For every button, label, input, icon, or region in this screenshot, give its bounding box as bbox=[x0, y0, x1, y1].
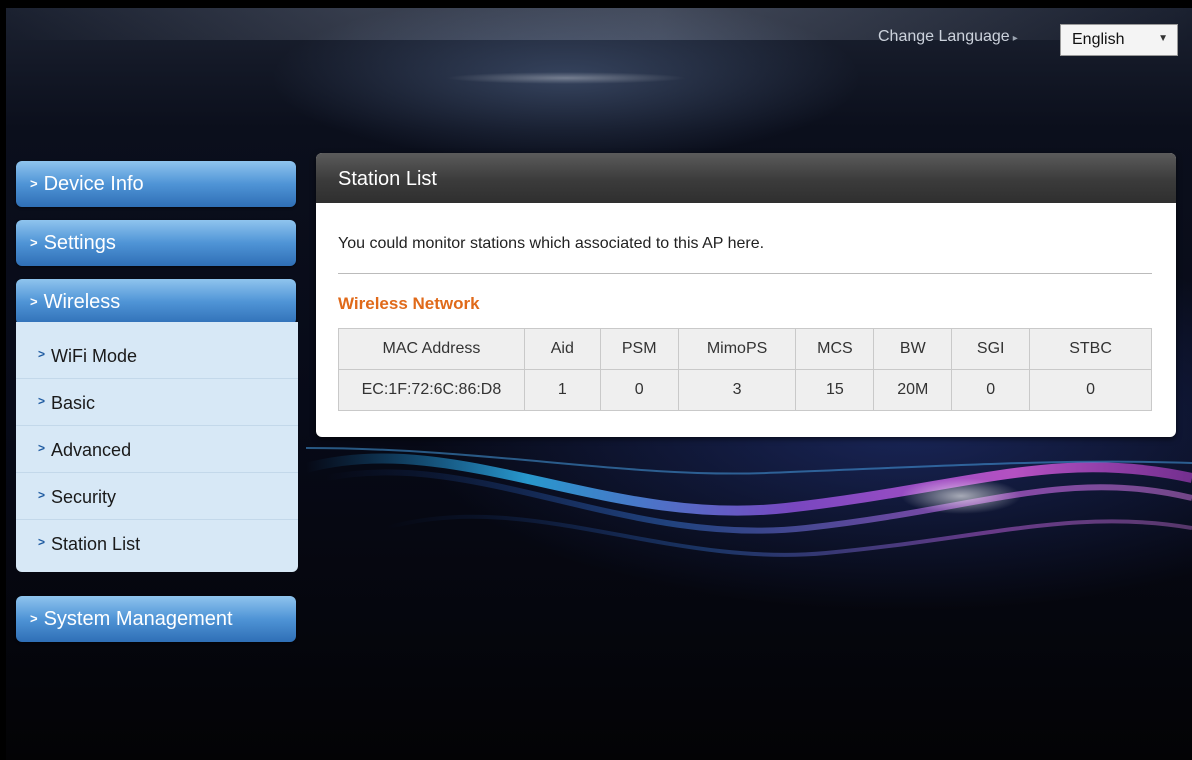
change-language-text: Change Language bbox=[878, 28, 1010, 45]
submenu-item-label: Security bbox=[51, 487, 117, 507]
table-header-row: MAC Address Aid PSM MimoPS MCS BW SGI ST… bbox=[338, 328, 1152, 370]
sidebar-item-label: Settings bbox=[43, 232, 116, 254]
column-header-mac-address: MAC Address bbox=[338, 328, 525, 370]
panel-description: You could monitor stations which associa… bbox=[338, 235, 765, 252]
divider bbox=[338, 273, 1152, 274]
cell-mac-address: EC:1F:72:6C:86:D8 bbox=[338, 369, 525, 411]
change-language-label: Change Language ▸ bbox=[878, 28, 1018, 46]
caret-down-icon: ▼ bbox=[1158, 33, 1168, 44]
chevron-right-icon: > bbox=[30, 176, 38, 191]
sidebar-item-device-info[interactable]: > Device Info bbox=[16, 161, 296, 207]
column-header-stbc: STBC bbox=[1029, 328, 1152, 370]
column-header-mcs: MCS bbox=[795, 328, 875, 370]
station-list-panel: Station List You could monitor stations … bbox=[316, 153, 1176, 437]
column-header-aid: Aid bbox=[523, 328, 601, 370]
chevron-right-icon: > bbox=[38, 535, 46, 549]
language-select-value: English bbox=[1072, 31, 1125, 48]
submenu-item-label: Basic bbox=[51, 393, 96, 413]
submenu-item-label: Advanced bbox=[51, 440, 132, 460]
chevron-right-icon: > bbox=[38, 347, 46, 361]
chevron-right-icon: > bbox=[38, 441, 46, 455]
wireless-submenu: > WiFi Mode > Basic > Advanced > Security > S… bbox=[16, 322, 298, 572]
chevron-right-icon: > bbox=[30, 294, 38, 309]
column-header-sgi: SGI bbox=[951, 328, 1031, 370]
submenu-item-basic[interactable]: > Basic bbox=[16, 379, 298, 426]
submenu-item-advanced[interactable]: > Advanced bbox=[16, 426, 298, 473]
sidebar-item-system-management[interactable]: > System Management bbox=[16, 596, 296, 642]
station-table: MAC Address Aid PSM MimoPS MCS BW SGI ST… bbox=[338, 328, 1152, 411]
cell-bw: 20M bbox=[873, 369, 953, 411]
column-header-bw: BW bbox=[873, 328, 953, 370]
sidebar-item-label: Wireless bbox=[43, 291, 121, 313]
sidebar-item-settings[interactable]: > Settings bbox=[16, 220, 296, 266]
submenu-item-wifi-mode[interactable]: > WiFi Mode bbox=[16, 332, 298, 379]
cell-sgi: 0 bbox=[951, 369, 1031, 411]
submenu-item-station-list[interactable]: > Station List bbox=[16, 520, 298, 567]
sidebar-item-wireless[interactable]: > Wireless bbox=[16, 279, 296, 325]
chevron-right-icon: > bbox=[38, 394, 46, 408]
submenu-item-security[interactable]: > Security bbox=[16, 473, 298, 520]
cell-psm: 0 bbox=[599, 369, 679, 411]
submenu-item-label: Station List bbox=[51, 534, 141, 554]
sidebar-item-label: System Management bbox=[43, 608, 233, 630]
language-select[interactable]: English ▼ bbox=[1060, 24, 1178, 56]
cell-mcs: 15 bbox=[795, 369, 875, 411]
chevron-right-icon: > bbox=[30, 611, 38, 626]
sidebar-item-label: Device Info bbox=[43, 173, 144, 195]
chevron-right-icon: > bbox=[38, 488, 46, 502]
cell-aid: 1 bbox=[523, 369, 601, 411]
arrow-right-icon: ▸ bbox=[1012, 33, 1018, 44]
submenu-item-label: WiFi Mode bbox=[51, 346, 138, 366]
column-header-psm: PSM bbox=[599, 328, 679, 370]
cell-stbc: 0 bbox=[1029, 369, 1152, 411]
table-row: EC:1F:72:6C:86:D8 1 0 3 15 20M 0 0 bbox=[338, 369, 1152, 411]
panel-title: Station List bbox=[316, 153, 1176, 203]
section-title: Wireless Network bbox=[338, 294, 480, 313]
cell-mimops: 3 bbox=[677, 369, 797, 411]
chevron-right-icon: > bbox=[30, 235, 38, 250]
column-header-mimops: MimoPS bbox=[677, 328, 797, 370]
